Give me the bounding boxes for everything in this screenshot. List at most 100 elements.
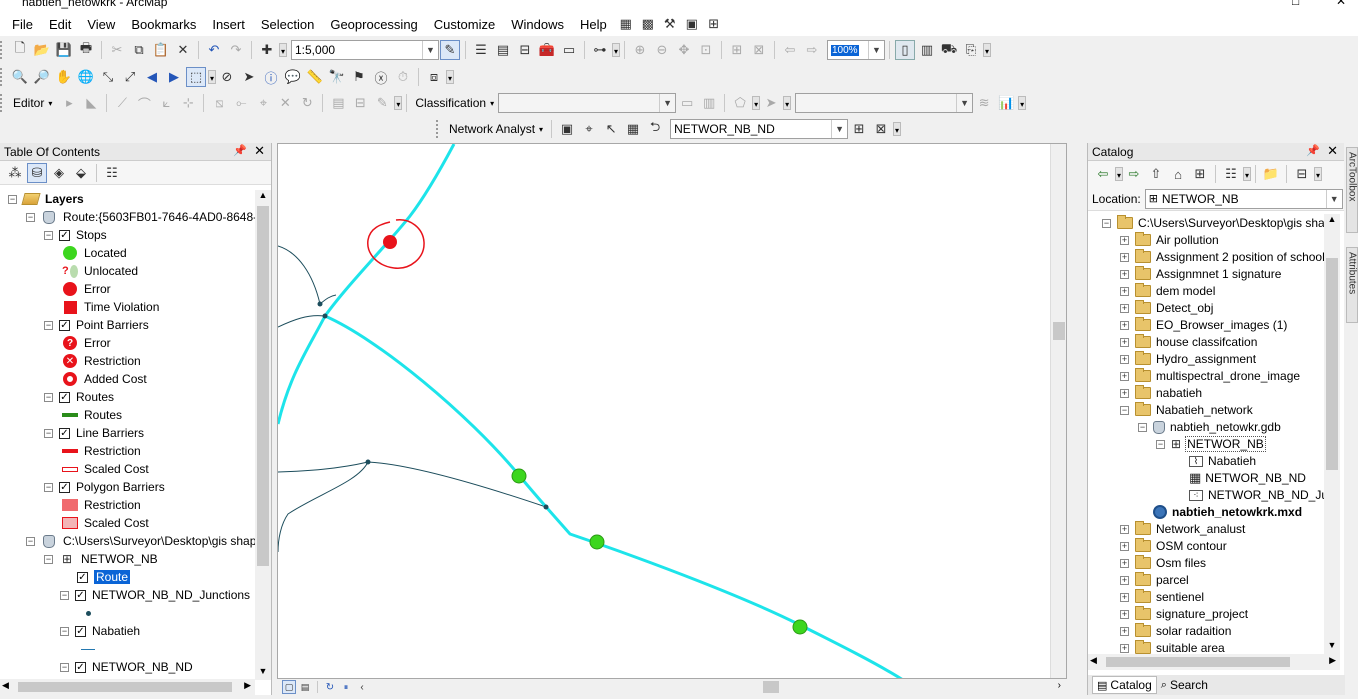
tab-attributes[interactable]: Attributes [1346, 247, 1358, 323]
image-layer-combo[interactable]: ▼ [795, 93, 974, 113]
list-by-selection-icon[interactable]: ⬙ [71, 163, 91, 183]
toc-row[interactable]: − Route:{5603FB01-7646-4AD0-8648-E [26, 208, 255, 226]
toc-hscroll-thumb[interactable] [18, 682, 232, 692]
copy-icon[interactable]: ⧉ [129, 40, 149, 60]
layout-options-dropdown[interactable]: ▾ [983, 43, 991, 57]
close-icon[interactable]: ✕ [1327, 143, 1338, 159]
home-icon[interactable]: ⌂ [1168, 164, 1188, 184]
chevron-down-icon[interactable]: ▼ [831, 120, 847, 138]
expand-toggle[interactable]: + [1120, 252, 1129, 262]
chevron-down-icon[interactable]: ▾ [48, 99, 52, 108]
histogram-icon[interactable]: 📊 [996, 93, 1016, 113]
collapse-toggle[interactable]: − [44, 554, 53, 564]
expand-toggle[interactable]: − [1138, 422, 1147, 432]
chevron-down-icon[interactable]: ▼ [868, 41, 884, 59]
arctoolbox-icon[interactable]: 🧰 [537, 40, 557, 60]
time-slider-icon[interactable]: ⏱ [393, 67, 413, 87]
visibility-checkbox[interactable]: ✓ [59, 481, 70, 493]
refresh-icon[interactable]: ↻ [323, 680, 337, 694]
close-window-button[interactable]: ✕ [1336, 0, 1346, 8]
chevron-down-icon[interactable]: ▼ [659, 94, 675, 112]
chevron-left-icon[interactable]: ◀ [2, 680, 9, 691]
create-viewer-window-icon[interactable]: ⧈ [424, 67, 444, 87]
chevron-down-icon[interactable]: ▼ [956, 94, 972, 112]
catalog-hscroll-thumb[interactable] [1106, 657, 1290, 667]
menu-geoprocessing[interactable]: Geoprocessing [322, 17, 425, 32]
toc-window-icon[interactable]: ☰ [471, 40, 491, 60]
layout-zoom-out-icon[interactable]: ⊖ [652, 40, 672, 60]
toc-row[interactable]: Scaled Cost [62, 460, 149, 478]
sketch-properties-icon[interactable]: ⊟ [350, 93, 370, 113]
catalog-window-icon[interactable]: ▤ [493, 40, 513, 60]
identify-icon[interactable]: ⓘ [261, 67, 281, 87]
toc-row[interactable]: Error [62, 280, 111, 298]
cut-polygons-icon[interactable]: ⌖ [253, 93, 273, 113]
catalog-row[interactable]: − C:\Users\Surveyor\Desktop\gis shape f [1102, 214, 1324, 232]
toc-row[interactable] [80, 640, 102, 658]
expand-toggle[interactable]: + [1120, 337, 1129, 347]
catalog-row[interactable]: + nabatieh [1120, 384, 1202, 402]
collapse-toggle[interactable]: − [8, 194, 17, 204]
find-icon[interactable]: 🔭 [327, 67, 347, 87]
pause-drawing-icon[interactable]: ⏸ [339, 680, 353, 694]
expand-toggle[interactable]: + [1120, 558, 1129, 568]
chevron-up-icon[interactable]: ▲ [1324, 214, 1340, 228]
new-document-icon[interactable]: 🗋 [10, 40, 30, 60]
redo-icon[interactable]: ↷ [226, 40, 246, 60]
python-window-icon[interactable]: ▣ [682, 14, 702, 34]
toc-row[interactable]: ✕ Restriction [62, 352, 141, 370]
trace-icon[interactable]: ⟀ [156, 93, 176, 113]
catalog-row[interactable]: ⁖NETWOR_NB_ND_Juncti [1174, 486, 1324, 504]
pan-icon[interactable]: ✋ [54, 67, 74, 87]
previous-extent-icon[interactable]: ◀ [142, 67, 162, 87]
toc-row[interactable]: − ✓ Polygon Barriers [44, 478, 165, 496]
edit-tool-icon[interactable]: ▸ [59, 93, 79, 113]
toc-row[interactable]: − C:\Users\Surveyor\Desktop\gis shap [26, 532, 255, 550]
change-layout-icon[interactable]: ⛟ [939, 40, 959, 60]
swipe-icon[interactable]: ≋ [974, 93, 994, 113]
menu-customize[interactable]: Customize [426, 17, 503, 32]
chevron-left-icon[interactable]: ‹ [355, 680, 369, 694]
catalog-row[interactable]: + Assignmnet 1 signature [1120, 265, 1281, 283]
add-data-icon[interactable]: ✚ [257, 40, 277, 60]
chevron-up-icon[interactable]: ▲ [255, 190, 271, 204]
catalog-row[interactable]: + OSM contour [1120, 537, 1227, 555]
edit-vertices-icon[interactable]: ⧅ [209, 93, 229, 113]
toc-row[interactable]: Restriction [62, 442, 141, 460]
catalog-row[interactable]: − nabtieh_netowkr.gdb [1138, 418, 1281, 436]
connect-to-folder-icon[interactable]: 📁 [1261, 164, 1281, 184]
menu-help[interactable]: Help [572, 17, 615, 32]
toc-row[interactable]: Routes [62, 406, 122, 424]
toc-scroll-thumb[interactable] [257, 206, 269, 566]
scale-combo[interactable]: 1:5,000 ▼ [291, 40, 439, 60]
expand-toggle[interactable]: + [1120, 235, 1129, 245]
save-icon[interactable]: 💾 [54, 40, 74, 60]
toc-vertical-scrollbar[interactable]: ▲ ▼ [255, 190, 271, 680]
collapse-toggle[interactable]: − [44, 482, 53, 492]
map-hscroll-thumb[interactable] [763, 681, 779, 693]
collapse-toggle[interactable]: − [60, 626, 69, 636]
catalog-row[interactable]: + suitable area [1120, 639, 1225, 654]
toc-horizontal-scrollbar[interactable]: ◀ ▶ [0, 679, 255, 695]
next-extent-icon[interactable]: ▶ [164, 67, 184, 87]
expand-toggle[interactable]: + [1120, 524, 1129, 534]
catalog-row[interactable]: + dem model [1120, 282, 1215, 300]
expand-toggle[interactable]: + [1120, 286, 1129, 296]
menu-file[interactable]: File [4, 17, 41, 32]
split-icon[interactable]: ✕ [275, 93, 295, 113]
catalog-row[interactable]: + sentienel [1120, 588, 1204, 606]
zoom-100-icon[interactable]: ⊞ [727, 40, 747, 60]
classification-options-dropdown[interactable]: ▾ [783, 96, 792, 110]
undo-icon[interactable]: ↶ [204, 40, 224, 60]
toc-row[interactable]: − ✓ Stops [44, 226, 107, 244]
fixed-zoom-out-icon[interactable]: ⤢ [120, 67, 140, 87]
expand-toggle[interactable]: − [1156, 439, 1165, 449]
expand-toggle[interactable]: − [1102, 218, 1111, 228]
catalog-row[interactable]: + Detect_obj [1120, 299, 1213, 317]
expand-toggle[interactable]: + [1120, 541, 1129, 551]
build-network-icon[interactable]: ⊞ [849, 119, 869, 139]
maximize-button[interactable]: □ [1292, 0, 1299, 8]
chevron-down-icon[interactable]: ▼ [255, 666, 271, 680]
classification-layer-combo[interactable]: ▼ [498, 93, 677, 113]
toc-row[interactable]: Restriction [62, 496, 141, 514]
